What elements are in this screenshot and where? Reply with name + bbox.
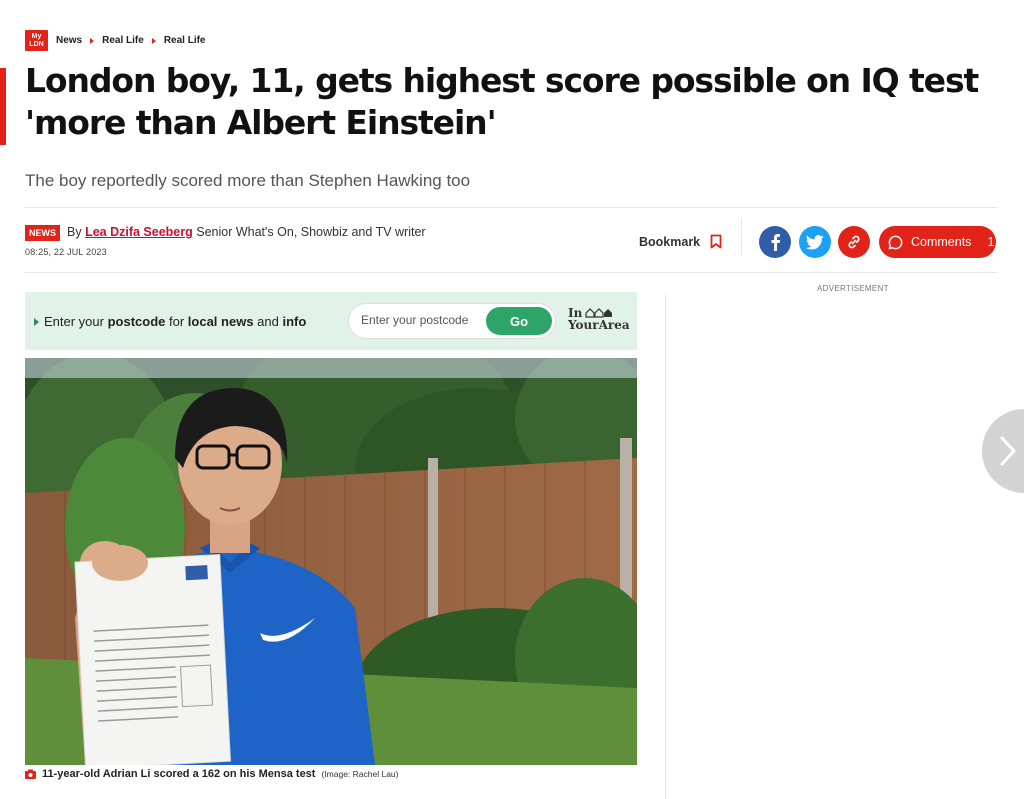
logo-text-bottom: LDN <box>29 40 44 48</box>
boy-with-mensa-letter-photo <box>25 358 637 765</box>
bookmark-icon <box>710 234 722 249</box>
author-link[interactable]: Lea Dzifa Seeberg <box>85 225 193 239</box>
headline-accent-bar <box>0 68 6 145</box>
publish-date: 08:25, 22 JUL 2023 <box>25 247 107 257</box>
image-credit: (Image: Rachel Lau) <box>321 769 399 779</box>
bookmark-label: Bookmark <box>639 234 701 249</box>
prompt-bold: postcode <box>107 314 166 329</box>
chevron-right-icon <box>1000 436 1016 466</box>
comments-count: 1 <box>987 235 995 249</box>
camera-icon <box>25 769 36 779</box>
news-badge: NEWS <box>25 225 60 241</box>
prompt-bold: local news <box>187 314 254 329</box>
author-role: Senior What's On, Showbiz and TV writer <box>196 225 426 239</box>
comment-bubble-icon <box>888 235 903 249</box>
breadcrumb-news[interactable]: News <box>56 35 82 46</box>
copy-link-button[interactable] <box>838 226 870 258</box>
advertisement-label: ADVERTISEMENT <box>817 284 889 293</box>
divider <box>25 207 997 208</box>
chevron-right-icon <box>90 37 95 44</box>
divider <box>741 218 742 256</box>
prompt-bold: info <box>282 314 307 329</box>
byline-prefix: By <box>67 225 82 239</box>
divider <box>25 272 997 273</box>
prompt-text: and <box>253 314 283 329</box>
breadcrumb: My LDN News Real Life Real Life <box>25 30 206 51</box>
image-caption: 11-year-old Adrian Li scored a 162 on hi… <box>25 768 398 780</box>
myldn-logo[interactable]: My LDN <box>25 30 48 51</box>
prompt-text: for <box>165 314 188 329</box>
postcode-prompt: Enter your postcode for local news and i… <box>34 314 306 329</box>
caption-text: 11-year-old Adrian Li scored a 162 on hi… <box>42 768 316 780</box>
houses-icon <box>585 308 613 318</box>
twitter-icon <box>806 234 824 249</box>
postcode-form: Go <box>348 303 556 339</box>
logo-text-top: My <box>31 32 42 40</box>
brand-text: YourArea <box>568 318 630 332</box>
chevron-right-icon <box>151 37 156 44</box>
article-headline: London boy, 11, gets highest score possi… <box>25 61 979 142</box>
prompt-text: Enter your <box>44 314 108 329</box>
article-image[interactable] <box>25 358 637 765</box>
play-arrow-icon <box>34 317 39 326</box>
comments-button[interactable]: Comments 1 <box>879 226 996 258</box>
sidebar-divider <box>665 292 666 799</box>
byline: By Lea Dzifa Seeberg Senior What's On, S… <box>67 225 426 239</box>
inyourarea-logo[interactable]: In YourArea <box>568 307 630 331</box>
facebook-share-button[interactable] <box>759 226 791 258</box>
bookmark-button[interactable]: Bookmark <box>639 234 722 249</box>
link-icon <box>848 235 860 249</box>
facebook-icon <box>771 234 780 251</box>
article-subtitle: The boy reportedly scored more than Step… <box>25 171 471 190</box>
postcode-input[interactable] <box>361 313 486 327</box>
next-arrow-button[interactable] <box>982 409 1024 493</box>
breadcrumb-real-life[interactable]: Real Life <box>102 35 144 46</box>
comments-label: Comments <box>911 235 972 249</box>
postcode-widget: Enter your postcode for local news and i… <box>25 292 637 350</box>
twitter-share-button[interactable] <box>799 226 831 258</box>
go-button[interactable]: Go <box>486 307 552 335</box>
breadcrumb-real-life-2[interactable]: Real Life <box>164 35 206 46</box>
